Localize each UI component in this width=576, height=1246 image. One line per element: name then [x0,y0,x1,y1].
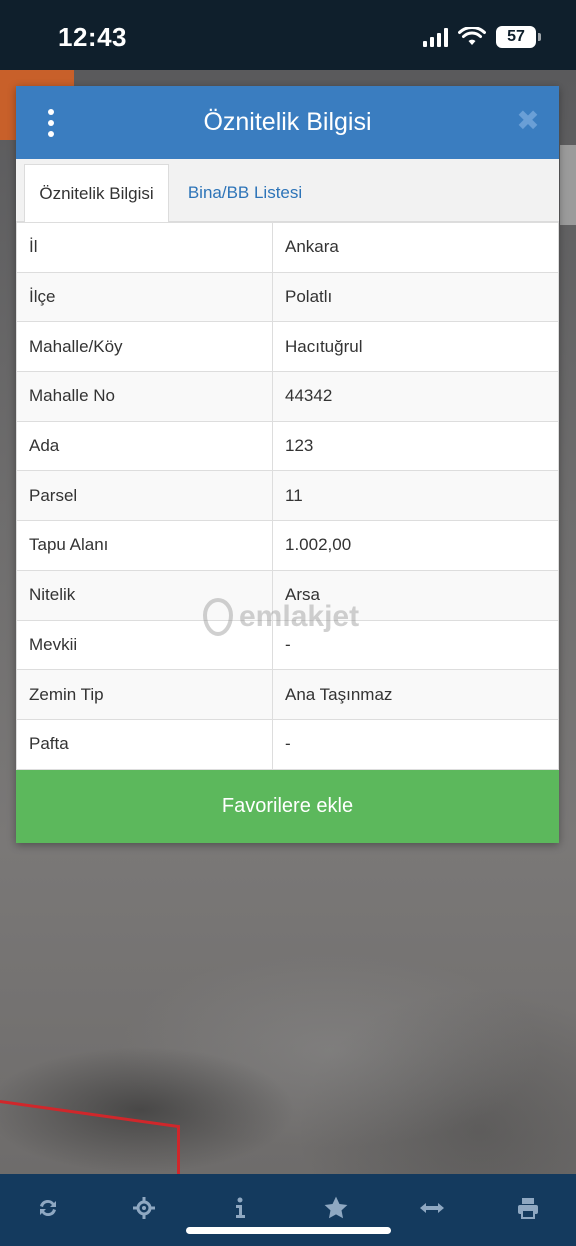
row-value: Ana Taşınmaz [272,669,559,720]
table-row: Tapu Alanı 1.002,00 [16,520,559,571]
table-row: Mahalle No 44342 [16,371,559,422]
watermark-text: emlakjet [239,600,360,633]
row-value: 44342 [272,371,559,422]
row-key: Pafta [16,718,273,770]
table-row: İlçe Polatlı [16,271,559,323]
row-value: Hacıtuğrul [272,321,559,373]
watermark: emlakjet [203,598,359,636]
status-bar: 12:43 57 [0,0,576,70]
status-time: 12:43 [58,22,127,52]
cellular-signal-icon [423,27,448,47]
attribute-info-modal: Öznitelik Bilgisi ✖ Öznitelik Bilgisi Bi… [16,86,559,843]
row-value: 123 [272,420,559,472]
row-value: 11 [272,470,559,522]
wifi-icon [458,27,486,45]
tab-building-list[interactable]: Bina/BB Listesi [176,164,314,222]
table-row: Ada 123 [16,420,559,472]
row-key: Mahalle/Köy [16,321,273,373]
more-options-icon[interactable] [46,109,56,137]
attribute-table: İl Ankara İlçe Polatlı Mahalle/Köy Hacıtuğr… [16,222,559,770]
table-row: İl Ankara [16,222,559,273]
table-row: Mahalle/Köy Hacıtuğrul [16,321,559,373]
battery-icon: 57 [496,26,541,48]
measure-icon[interactable] [412,1188,452,1228]
row-key: Zemin Tip [16,669,273,720]
map-scroll-strip [560,145,576,225]
location-pin-icon [203,598,233,636]
print-icon[interactable] [508,1188,548,1228]
row-key: Ada [16,420,273,472]
row-key: Parsel [16,470,273,522]
row-value: Ankara [272,222,559,273]
modal-header: Öznitelik Bilgisi ✖ [16,86,559,159]
locate-icon[interactable] [124,1188,164,1228]
bottom-toolbar [0,1174,576,1246]
table-row: Pafta - [16,718,559,770]
modal-title: Öznitelik Bilgisi [203,108,372,136]
add-to-favorites-button[interactable]: Favorilere ekle [16,770,559,843]
row-value: - [272,718,559,770]
row-key: Tapu Alanı [16,520,273,571]
row-value: 1.002,00 [272,520,559,571]
tab-attribute-info[interactable]: Öznitelik Bilgisi [24,164,169,222]
table-row: Parsel 11 [16,470,559,522]
table-row: Zemin Tip Ana Taşınmaz [16,669,559,720]
row-value: Polatlı [272,271,559,323]
status-icons: 57 [423,26,541,48]
home-indicator[interactable] [186,1227,391,1234]
close-icon[interactable]: ✖ [515,107,541,135]
row-key: Mahalle No [16,371,273,422]
info-icon[interactable] [220,1188,260,1228]
star-icon[interactable] [316,1188,356,1228]
tab-bar: Öznitelik Bilgisi Bina/BB Listesi [16,159,559,222]
row-key: İlçe [16,271,273,323]
refresh-icon[interactable] [28,1188,68,1228]
row-key: İl [16,222,273,273]
